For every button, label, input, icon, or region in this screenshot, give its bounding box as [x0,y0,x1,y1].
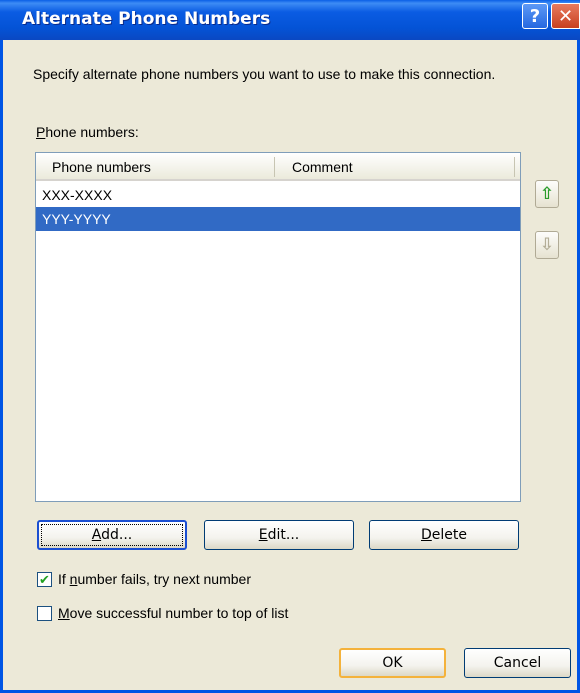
edit-button[interactable]: Edit... [204,520,354,550]
dialog-title: Alternate Phone Numbers [22,9,271,29]
arrow-down-icon: ⇩ [539,235,555,254]
phone-number-cell: XXX-XXXX [42,187,113,203]
move-successful-number-option[interactable]: Move successful number to top of list [37,605,288,621]
help-icon: ? [529,5,541,27]
ok-button-label: OK [382,655,403,671]
title-bar[interactable]: Alternate Phone Numbers ? ✕ [0,0,580,40]
try-next-number-option[interactable]: ✔ If number fails, try next number [37,571,251,587]
move-successful-number-checkbox[interactable] [37,605,52,621]
description-text: Specify alternate phone numbers you want… [33,66,496,82]
move-down-button[interactable]: ⇩ [535,231,559,259]
delete-button[interactable]: Delete [369,520,519,550]
list-item[interactable]: YYY-YYYY [36,207,520,231]
column-separator[interactable] [514,157,515,177]
move-successful-number-label: Move successful number to top of list [58,605,289,621]
phone-numbers-list[interactable]: Phone numbers Comment XXX-XXXX YYY-YYYY [35,152,521,502]
column-header-comment[interactable]: Comment [292,159,353,175]
cancel-button[interactable]: Cancel [464,648,571,678]
delete-button-label: Delete [421,527,467,543]
phone-number-cell: YYY-YYYY [42,211,111,227]
ok-button[interactable]: OK [339,648,446,678]
close-button[interactable]: ✕ [551,3,580,29]
column-header-phone-numbers[interactable]: Phone numbers [52,159,151,175]
help-button[interactable]: ? [522,3,548,29]
dialog-window: Alternate Phone Numbers ? ✕ Specify alte… [0,0,580,693]
column-separator[interactable] [274,157,275,177]
phone-numbers-label: Phone numbers: [36,124,139,140]
arrow-up-icon: ⇧ [539,184,555,203]
cancel-button-label: Cancel [493,655,542,671]
close-icon: ✕ [557,5,574,27]
move-up-button[interactable]: ⇧ [535,180,559,208]
try-next-number-checkbox[interactable]: ✔ [37,571,52,587]
try-next-number-label: If number fails, try next number [58,571,251,587]
add-button[interactable]: Add... [37,520,187,550]
list-item[interactable]: XXX-XXXX [36,183,520,207]
add-button-label: Add... [91,527,133,543]
list-header: Phone numbers Comment [36,153,520,181]
edit-button-label: Edit... [258,527,300,543]
